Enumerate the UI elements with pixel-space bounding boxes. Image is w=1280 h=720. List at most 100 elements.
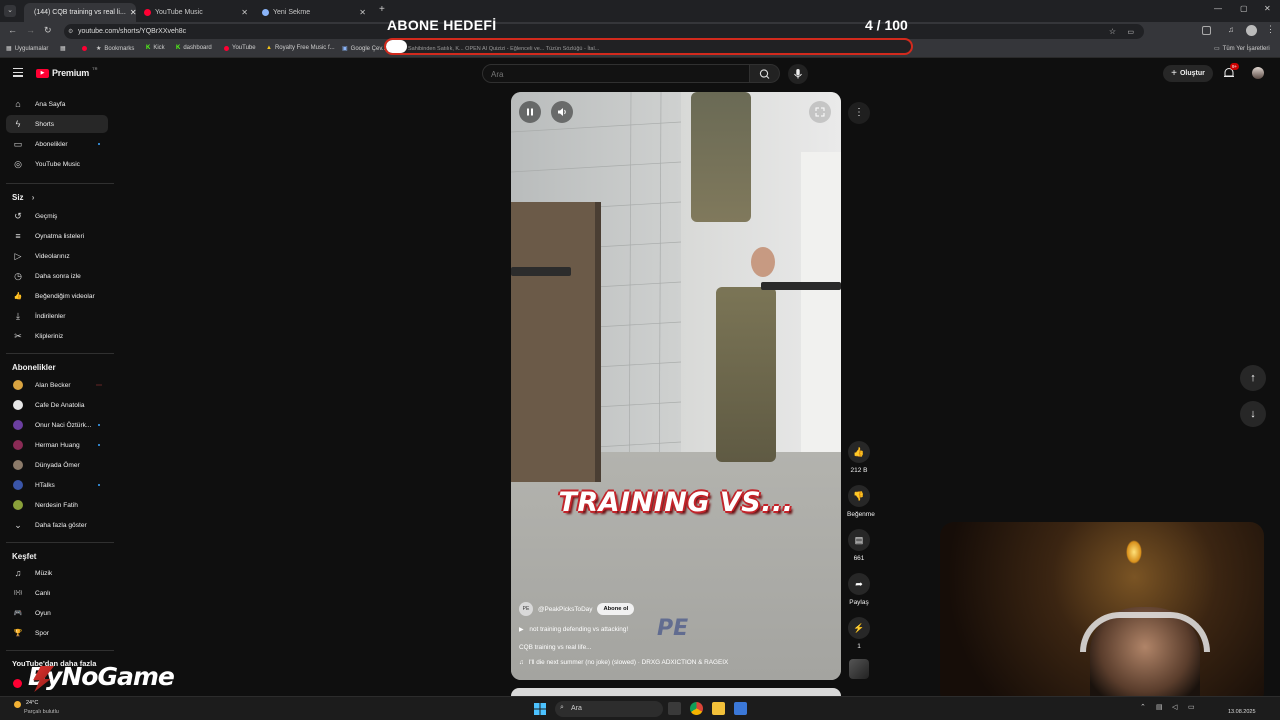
bookmark-grid[interactable]: ▦ (60, 45, 66, 52)
share-icon[interactable]: ➦ (848, 573, 870, 595)
hamburger-menu-icon[interactable] (13, 68, 23, 77)
create-button[interactable]: + Oluştur (1163, 65, 1213, 82)
taskbar-search[interactable]: ⌕ Ara (555, 701, 663, 717)
address-bar[interactable]: ⚙ youtube.com/shorts/YQBrXXveh8c ☆ ▭ (64, 24, 1144, 39)
dislike-action[interactable]: 👎 Beğenme (847, 485, 875, 518)
tab-youtube-music[interactable]: YouTube Music ✕ (138, 3, 254, 22)
taskbar-date[interactable]: 13.08.2025 (1228, 709, 1256, 715)
forward-icon[interactable]: → (26, 25, 35, 35)
bookmark-star-icon[interactable]: ☆ (1109, 27, 1116, 36)
shorts-video-player[interactable]: TRAINING VS... PE @PeakPicksToDay Abone … (511, 92, 841, 680)
sidebar-channel-herman-huang[interactable]: Herman Huang (6, 436, 108, 454)
bookmark-google-translate[interactable]: ▣ Google Çev... (342, 45, 387, 53)
share-action[interactable]: ➦ Paylaş (847, 573, 871, 606)
sidebar-item-shorts[interactable]: ϟ Shorts (6, 115, 108, 133)
volume-tray-icon[interactable]: ◁ (1172, 703, 1177, 711)
like-icon[interactable]: 👍 (848, 441, 870, 463)
extensions-icon[interactable] (1202, 26, 1211, 35)
notifications-button[interactable]: 9+ (1222, 63, 1240, 80)
sound-thumbnail[interactable] (849, 659, 869, 679)
sidebar-item-gaming[interactable]: 🎮 Oyun (6, 604, 108, 622)
window-maximize-icon[interactable]: ▢ (1240, 4, 1248, 13)
short-title[interactable]: CQB training vs real life... (519, 644, 591, 651)
window-minimize-icon[interactable]: — (1214, 4, 1222, 13)
bookmark-youtube[interactable]: YouTube (224, 45, 256, 51)
dislike-icon[interactable]: 👎 (848, 485, 870, 507)
sidebar-item-home[interactable]: ⌂ Ana Sayfa (6, 95, 108, 113)
sidebar-item-your-videos[interactable]: ▷ Videolarınız (6, 247, 108, 265)
sidebar-item-clips[interactable]: ✂ Klipleriniz (6, 327, 108, 345)
media-control-icon[interactable]: ♫ (1228, 25, 1234, 34)
short-pinned-text[interactable]: ▶ not training defending vs attacking! (519, 626, 628, 633)
short-more-options-icon[interactable]: ⋮ (848, 102, 870, 124)
new-tab-button[interactable]: + (379, 4, 385, 15)
tab-close-icon[interactable]: ✕ (130, 8, 136, 17)
next-short-button[interactable]: ↓ (1240, 401, 1266, 427)
app-icon[interactable] (734, 702, 747, 715)
account-avatar[interactable] (1252, 67, 1264, 79)
bookmark-bookmarks[interactable]: ★ Bookmarks (82, 45, 134, 52)
sidebar-item-downloads[interactable]: ⤓ İndirilenler (6, 307, 108, 325)
next-short-preview[interactable] (511, 688, 841, 696)
pause-button[interactable] (519, 101, 541, 123)
like-action[interactable]: 👍 212 B (847, 441, 871, 474)
sidebar-channel-alan-becker[interactable]: Alan Becker (6, 376, 108, 394)
sidebar-item-live[interactable]: ((•)) Canlı (6, 584, 108, 602)
bookmark-apps[interactable]: ▦ Uygulamalar (6, 45, 48, 53)
fullscreen-button[interactable] (809, 101, 831, 123)
start-button[interactable] (534, 702, 546, 715)
window-close-icon[interactable]: ✕ (1264, 4, 1271, 13)
tab-new-tab[interactable]: Yeni Sekme ✕ (256, 3, 372, 22)
back-icon[interactable]: ← (8, 25, 17, 35)
comment-icon[interactable]: ▤ (848, 529, 870, 551)
remix-action[interactable]: ⚡ 1 (847, 617, 871, 650)
tab-close-icon[interactable]: ✕ (241, 8, 248, 17)
task-view-icon[interactable] (668, 702, 681, 715)
previous-short-button[interactable]: ↑ (1240, 365, 1266, 391)
sidebar-item-youtube-music[interactable]: ◎ YouTube Music (6, 155, 108, 173)
sidebar-item-history[interactable]: ↺ Geçmiş (6, 207, 108, 225)
youtube-premium-logo[interactable]: ▶ Premium TR (36, 66, 97, 78)
bookmark-royalty-free[interactable]: ▲ Royalty Free Music f... (266, 45, 335, 51)
tab-close-icon[interactable]: ✕ (359, 8, 366, 17)
reload-icon[interactable]: ↻ (44, 25, 52, 36)
short-audio-row[interactable]: ♫ I'll die next summer (no joke) (slowed… (519, 659, 728, 666)
search-button[interactable] (750, 64, 780, 83)
site-info-icon[interactable]: ⚙ (68, 28, 73, 35)
browser-menu-icon[interactable]: ⋮ (1266, 24, 1275, 35)
volume-button[interactable] (551, 101, 573, 123)
remix-icon[interactable]: ⚡ (848, 617, 870, 639)
bookmark-kick[interactable]: K Kick (146, 45, 165, 51)
sidebar-channel-cafe-de-anatolia[interactable]: Cafe De Anatolia (6, 396, 108, 414)
sidebar-you-heading[interactable]: Siz › (12, 193, 34, 202)
battery-icon[interactable]: ▭ (1188, 703, 1195, 711)
sidebar-channel-onur-naci[interactable]: Onur Naci Öztürk... (6, 416, 108, 434)
tray-chevron-icon[interactable]: ⌃ (1140, 703, 1146, 711)
file-explorer-icon[interactable] (712, 702, 725, 715)
sidebar-item-subscriptions[interactable]: ▭ Abonelikler (6, 135, 108, 153)
sidebar-item-playlists[interactable]: ≡ Oynatma listeleri (6, 227, 108, 245)
sidebar-item-liked-videos[interactable]: 👍 Beğendiğim videolar (6, 287, 108, 305)
sidebar-item-sports[interactable]: 🏆 Spor (6, 624, 108, 642)
tab-search-icon[interactable]: ⌄ (4, 5, 16, 17)
chrome-icon[interactable] (690, 702, 703, 715)
sidebar-item-watch-later[interactable]: ◷ Daha sonra izle (6, 267, 108, 285)
subscribe-button[interactable]: Abone ol (597, 603, 635, 615)
channel-avatar[interactable]: PE (519, 602, 533, 616)
sidebar-channel-htalks[interactable]: HTalks (6, 476, 108, 494)
youtube-premium-item-icon[interactable] (13, 679, 22, 688)
all-bookmarks[interactable]: ▭ Tüm Yer İşaretleri (1214, 45, 1270, 53)
sidebar-channel-nerdesin-fatih[interactable]: Nerdesin Fatih (6, 496, 108, 514)
network-icon[interactable]: ▤ (1156, 703, 1163, 711)
channel-handle[interactable]: @PeakPicksToDay (538, 606, 592, 613)
sidebar-channel-dunyada-omer[interactable]: Dünyada Ömer (6, 456, 108, 474)
sidebar-show-more[interactable]: ⌄ Daha fazla göster (6, 516, 108, 534)
cast-icon[interactable]: ▭ (1127, 28, 1134, 36)
sidebar-item-music[interactable]: ♫ Müzik (6, 564, 108, 582)
comments-action[interactable]: ▤ 661 (847, 529, 871, 562)
search-input[interactable]: Ara (482, 64, 750, 83)
voice-search-button[interactable] (788, 64, 808, 84)
profile-avatar[interactable] (1246, 25, 1257, 36)
bookmark-dashboard[interactable]: K dashboard (176, 45, 212, 51)
tab-cqb-training[interactable]: (144) CQB training vs real li... ✕ (24, 3, 136, 22)
